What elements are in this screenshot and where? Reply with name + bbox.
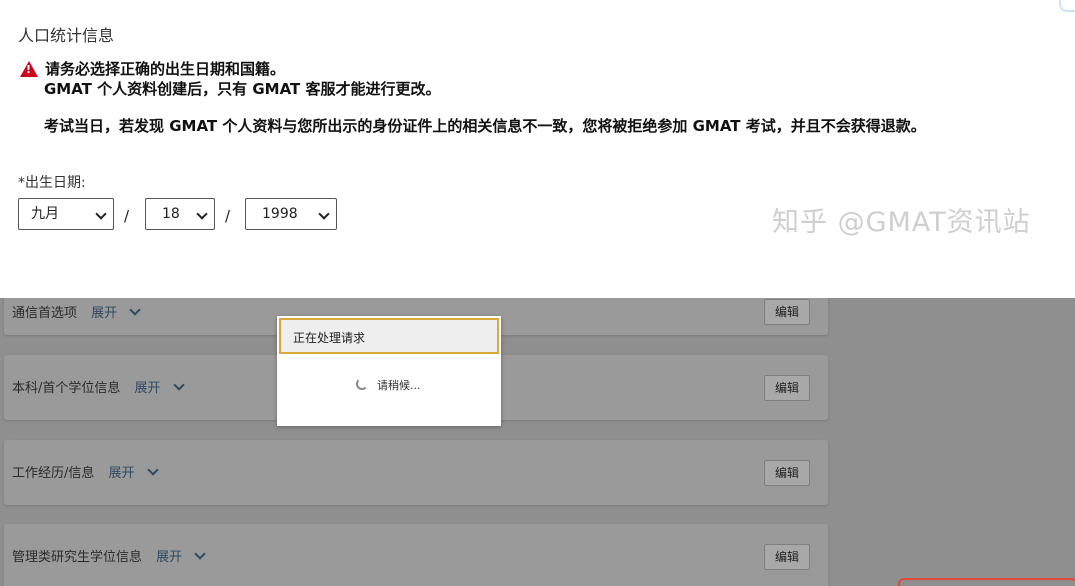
warning-line-2: GMAT 个人资料创建后，只有 GMAT 客服才能进行更改。	[44, 80, 441, 98]
chevron-down-icon[interactable]	[194, 548, 206, 560]
loading-message: 请稍候...	[377, 379, 421, 392]
day-select-value: 18	[162, 206, 180, 222]
dob-label: *出生日期:	[18, 175, 86, 191]
date-separator: /	[225, 207, 231, 225]
chevron-down-icon	[196, 208, 208, 220]
chevron-down-icon[interactable]	[147, 464, 159, 476]
section-title: 本科/首个学位信息	[12, 381, 121, 396]
warning-line-1: 请务必选择正确的出生日期和国籍。	[45, 60, 286, 78]
expand-link[interactable]: 展开	[109, 466, 135, 481]
section-title: 人口统计信息	[18, 26, 115, 45]
edit-button[interactable]: 编辑	[764, 460, 810, 486]
dialog-header: 正在处理请求	[279, 318, 499, 354]
demographics-panel: 人口统计信息 请务必选择正确的出生日期和国籍。 GMAT 个人资料创建后，只有 …	[0, 0, 1075, 298]
year-select[interactable]: 1998	[245, 198, 337, 230]
watermark: 知乎 @GMAT资讯站	[772, 207, 1031, 238]
month-select-value: 九月	[31, 206, 59, 222]
chevron-down-icon[interactable]	[173, 379, 185, 391]
chevron-down-icon	[95, 208, 107, 220]
section-title: 工作经历/信息	[12, 466, 95, 481]
month-select[interactable]: 九月	[18, 198, 114, 230]
dialog-title: 正在处理请求	[293, 331, 366, 345]
section-title: 通信首选项	[12, 306, 78, 321]
section-title: 管理类研究生学位信息	[12, 550, 143, 565]
chevron-down-icon[interactable]	[129, 304, 141, 316]
loading-spinner-icon	[356, 378, 368, 390]
edit-button[interactable]: 编辑	[764, 299, 810, 325]
section-card-graduate-degree: 管理类研究生学位信息 展开 编辑	[4, 524, 828, 586]
section-label: 通信首选项 展开	[12, 302, 141, 321]
processing-dialog: 正在处理请求 请稍候...	[277, 316, 501, 426]
expand-link[interactable]: 展开	[135, 381, 161, 396]
section-label: 管理类研究生学位信息 展开	[12, 546, 206, 565]
expand-link[interactable]: 展开	[91, 306, 117, 321]
profile-sections-overlay: 通信首选项 展开 编辑 本科/首个学位信息 展开 编辑 工作经历/信息 展开 编…	[0, 298, 1075, 586]
edit-button[interactable]: 编辑	[764, 544, 810, 570]
day-select[interactable]: 18	[145, 198, 215, 230]
warning-line-3: 考试当日，若发现 GMAT 个人资料与您所出示的身份证件上的相关信息不一致，您将…	[44, 117, 926, 135]
expand-link[interactable]: 展开	[156, 550, 182, 565]
year-select-value: 1998	[262, 206, 298, 222]
chevron-down-icon	[318, 208, 330, 220]
section-label: 本科/首个学位信息 展开	[12, 377, 185, 396]
warning-icon	[20, 60, 38, 77]
warning-message: 请务必选择正确的出生日期和国籍。	[20, 58, 285, 79]
section-label: 工作经历/信息 展开	[12, 462, 159, 481]
corner-decoration	[1059, 0, 1075, 12]
highlight-outline	[898, 578, 1075, 586]
edit-button[interactable]: 编辑	[764, 375, 810, 401]
section-card-work-experience: 工作经历/信息 展开 编辑	[4, 440, 828, 505]
date-separator: /	[124, 207, 130, 225]
